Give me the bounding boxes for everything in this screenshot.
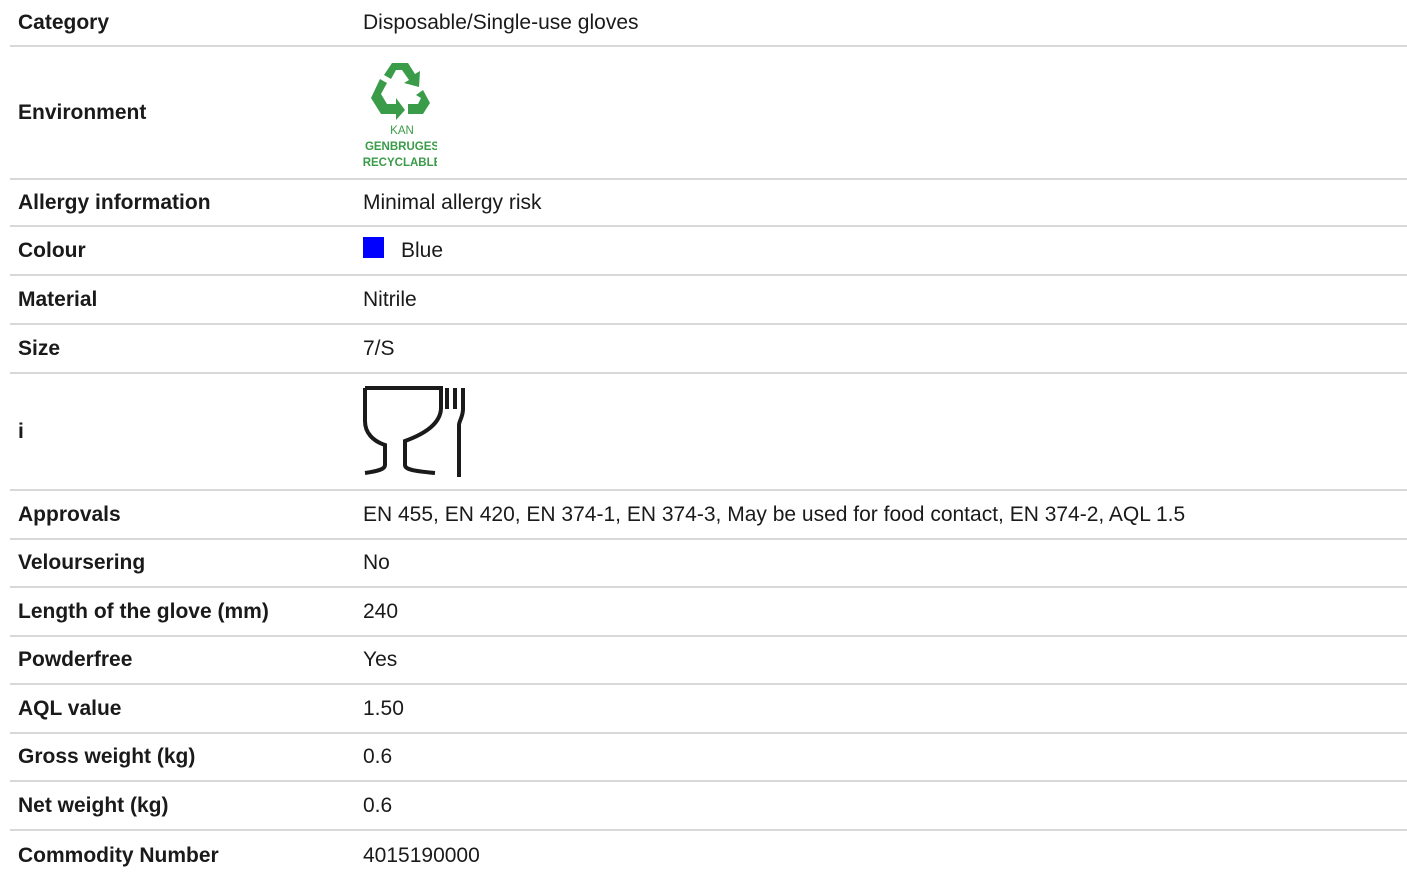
spec-label: Powderfree [18, 648, 133, 671]
spec-label: Net weight (kg) [18, 793, 169, 817]
spec-row-gross-weight: Gross weight (kg) 0.6 [10, 734, 1407, 782]
spec-row-aql: AQL value 1.50 [10, 685, 1407, 734]
spec-label: Size [18, 336, 61, 360]
spec-label: Length of the glove (mm) [18, 599, 269, 623]
spec-value: Nitrile [363, 287, 417, 311]
spec-value: 1.50 [363, 696, 404, 720]
spec-value: Yes [363, 648, 398, 671]
spec-row-colour: Colour Blue [10, 227, 1407, 276]
spec-value: Disposable/Single-use gloves [363, 10, 639, 34]
colour-name: Blue [401, 238, 444, 262]
spec-row-category: Category Disposable/Single-use gloves [10, 0, 1407, 47]
spec-row-food-safe: i [10, 374, 1407, 491]
spec-label: Allergy information [18, 190, 211, 214]
spec-row-size: Size 7/S [10, 325, 1407, 374]
recycle-logo-icon: KAN GENBRUGES RECYCLABLE [363, 62, 437, 169]
spec-value: 240 [363, 599, 399, 623]
spec-value: 4015190000 [363, 844, 480, 867]
spec-row-allergy: Allergy information Minimal allergy risk [10, 180, 1407, 227]
spec-label: Approvals [18, 502, 121, 526]
food-safe-glass-fork-icon [363, 385, 465, 477]
spec-label: Commodity Number [18, 844, 219, 867]
recycle-logo-line-2: GENBRUGES [365, 141, 437, 153]
spec-value: No [363, 551, 390, 574]
spec-value: Blue [363, 237, 1407, 263]
spec-label: Material [18, 287, 98, 311]
spec-row-net-weight: Net weight (kg) 0.6 [10, 782, 1407, 831]
spec-value [363, 385, 1407, 479]
spec-row-glove-length: Length of the glove (mm) 240 [10, 588, 1407, 637]
product-spec-table: Category Disposable/Single-use gloves En… [10, 0, 1407, 881]
recycle-logo-line-3: RECYCLABLE [363, 157, 437, 169]
spec-label: Veloursering [18, 551, 146, 574]
spec-row-environment: Environment KAN GENBRUGES RECYCLABLE [10, 47, 1407, 180]
colour-swatch [363, 237, 384, 258]
recycle-logo-line-1: KAN [390, 125, 414, 137]
spec-label: i [18, 419, 24, 443]
spec-value: EN 455, EN 420, EN 374-1, EN 374-3, May … [363, 502, 1186, 526]
spec-label: Environment [18, 100, 147, 124]
spec-row-material: Material Nitrile [10, 276, 1407, 325]
spec-value: KAN GENBRUGES RECYCLABLE [363, 57, 1407, 169]
spec-value: Minimal allergy risk [363, 190, 542, 214]
spec-row-approvals: Approvals EN 455, EN 420, EN 374-1, EN 3… [10, 491, 1407, 540]
spec-label: Colour [18, 238, 86, 262]
spec-row-commodity-number: Commodity Number 4015190000 [10, 831, 1407, 881]
spec-label: Gross weight (kg) [18, 745, 196, 768]
spec-value: 7/S [363, 336, 395, 360]
spec-value: 0.6 [363, 745, 393, 768]
spec-row-powderfree: Powderfree Yes [10, 637, 1407, 685]
spec-label: AQL value [18, 696, 122, 720]
spec-label: Category [18, 10, 110, 34]
spec-value: 0.6 [363, 793, 393, 817]
spec-row-veloursering: Veloursering No [10, 540, 1407, 588]
